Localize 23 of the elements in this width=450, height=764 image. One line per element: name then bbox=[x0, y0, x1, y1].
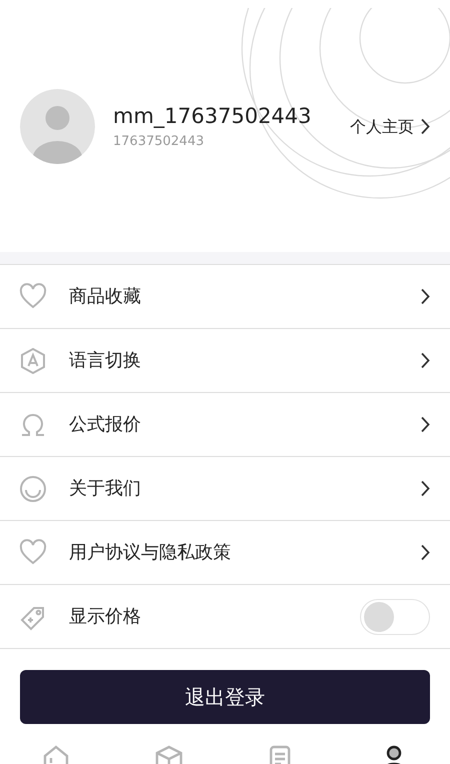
heart-icon bbox=[19, 538, 47, 566]
menu-item[interactable]: 商品收藏 bbox=[0, 265, 450, 329]
menu-item[interactable]: 关于我们 bbox=[0, 457, 450, 521]
chevron-right-icon bbox=[420, 118, 430, 135]
toggle-switch[interactable] bbox=[360, 598, 430, 634]
menu-item[interactable]: 公式报价 bbox=[0, 393, 450, 457]
chevron-right-icon bbox=[420, 416, 430, 433]
avatar-icon bbox=[20, 89, 95, 164]
menu-item[interactable]: 语言切换 bbox=[0, 329, 450, 393]
chevron-right-icon bbox=[420, 352, 430, 369]
phone-number: 17637502443 bbox=[113, 132, 205, 151]
chevron-right-icon bbox=[420, 288, 430, 305]
setting-label: 显示价格 bbox=[69, 605, 141, 629]
logout-button[interactable]: 退出登录 bbox=[20, 670, 430, 724]
menu-item[interactable]: 用户协议与隐私政策 bbox=[0, 521, 450, 585]
profile-link[interactable]: 个人主页 bbox=[350, 114, 430, 138]
chevron-right-icon bbox=[420, 544, 430, 561]
box-icon[interactable] bbox=[154, 744, 184, 764]
chevron-right-icon bbox=[420, 480, 430, 497]
heart-icon bbox=[19, 282, 47, 310]
smile-icon bbox=[19, 474, 47, 502]
username: mm_17637502443 bbox=[113, 102, 312, 130]
hexagon-letter-icon bbox=[19, 346, 47, 374]
